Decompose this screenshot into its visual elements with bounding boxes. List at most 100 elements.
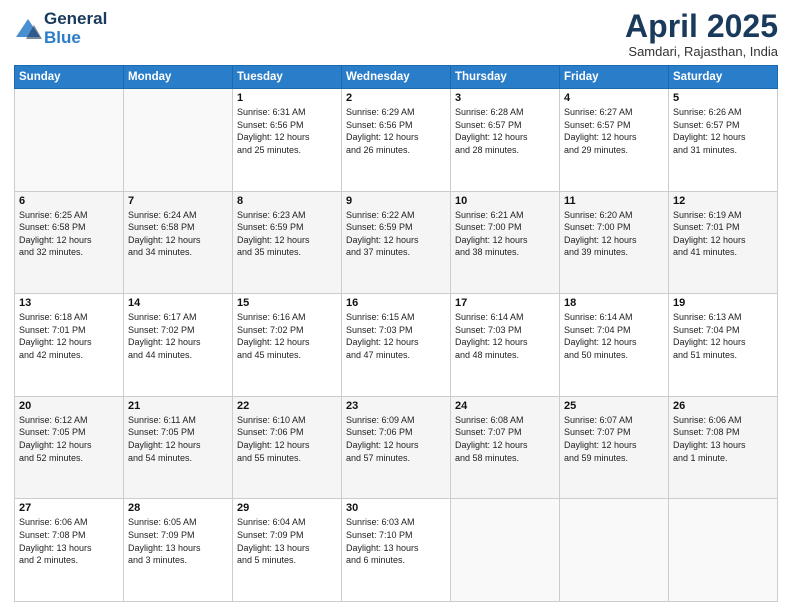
day-number: 16 <box>346 297 446 309</box>
day-number: 22 <box>237 400 337 412</box>
calendar-cell: 15Sunrise: 6:16 AMSunset: 7:02 PMDayligh… <box>233 294 342 397</box>
calendar-cell: 21 Sunrise: 6:11 AMSunset: 7:05 PMDayligh… <box>124 396 233 499</box>
calendar-cell: 26Sunrise: 6:06 AMSunset: 7:08 PMDayligh… <box>669 396 778 499</box>
day-detail: Sunrise: 6:14 AMSunset: 7:03 PMDaylight:… <box>455 311 555 361</box>
calendar-cell: 28 Sunrise: 6:05 AMSunset: 7:09 PMDayligh… <box>124 499 233 602</box>
calendar-cell: 16 Sunrise: 6:15 AMSunset: 7:03 PMDayligh… <box>342 294 451 397</box>
day-detail: Sunrise: 6:04 AMSunset: 7:09 PMDaylight:… <box>237 516 337 566</box>
day-detail: Sunrise: 6:10 AMSunset: 7:06 PMDaylight:… <box>237 414 337 464</box>
title-area: April 2025 Samdari, Rajasthan, India <box>625 10 778 59</box>
calendar-cell: 5Sunrise: 6:26 AMSunset: 6:57 PMDaylight… <box>669 89 778 192</box>
day-detail: Sunrise: 6:17 AMSunset: 7:02 PMDaylight:… <box>128 311 228 361</box>
calendar-cell: 8Sunrise: 6:23 AMSunset: 6:59 PMDaylight… <box>233 191 342 294</box>
calendar-cell: 11 Sunrise: 6:20 AMSunset: 7:00 PMDayligh… <box>560 191 669 294</box>
day-detail: Sunrise: 6:24 AMSunset: 6:58 PMDaylight:… <box>128 209 228 259</box>
col-header-saturday: Saturday <box>669 66 778 89</box>
logo: General Blue <box>14 10 107 47</box>
day-number: 17 <box>455 297 555 309</box>
calendar-cell <box>669 499 778 602</box>
calendar-cell: 12Sunrise: 6:19 AMSunset: 7:01 PMDayligh… <box>669 191 778 294</box>
day-number: 12 <box>673 195 773 207</box>
calendar-cell: 22 Sunrise: 6:10 AMSunset: 7:06 PMDayligh… <box>233 396 342 499</box>
calendar-week-2: 6 Sunrise: 6:25 AMSunset: 6:58 PMDaylight… <box>15 191 778 294</box>
day-detail: Sunrise: 6:16 AMSunset: 7:02 PMDaylight:… <box>237 311 337 361</box>
calendar-cell: 29 Sunrise: 6:04 AMSunset: 7:09 PMDayligh… <box>233 499 342 602</box>
day-number: 6 <box>19 195 119 207</box>
day-number: 20 <box>19 400 119 412</box>
day-detail: Sunrise: 6:31 AMSunset: 6:56 PMDaylight:… <box>237 106 337 156</box>
col-header-monday: Monday <box>124 66 233 89</box>
calendar-cell: 13Sunrise: 6:18 AMSunset: 7:01 PMDayligh… <box>15 294 124 397</box>
day-number: 14 <box>128 297 228 309</box>
header: General Blue April 2025 Samdari, Rajasth… <box>14 10 778 59</box>
day-number: 7 <box>128 195 228 207</box>
day-detail: Sunrise: 6:25 AMSunset: 6:58 PMDaylight:… <box>19 209 119 259</box>
month-title: April 2025 <box>625 10 778 42</box>
day-number: 28 <box>128 502 228 514</box>
col-header-friday: Friday <box>560 66 669 89</box>
day-number: 10 <box>455 195 555 207</box>
calendar-cell: 24 Sunrise: 6:08 AMSunset: 7:07 PMDayligh… <box>451 396 560 499</box>
day-detail: Sunrise: 6:20 AMSunset: 7:00 PMDaylight:… <box>564 209 664 259</box>
calendar-cell: 18Sunrise: 6:14 AMSunset: 7:04 PMDayligh… <box>560 294 669 397</box>
col-header-wednesday: Wednesday <box>342 66 451 89</box>
day-number: 8 <box>237 195 337 207</box>
calendar-cell: 27 Sunrise: 6:06 AMSunset: 7:08 PMDayligh… <box>15 499 124 602</box>
day-detail: Sunrise: 6:08 AMSunset: 7:07 PMDaylight:… <box>455 414 555 464</box>
page: General Blue April 2025 Samdari, Rajasth… <box>0 0 792 612</box>
calendar-cell <box>451 499 560 602</box>
calendar-cell: 30 Sunrise: 6:03 AMSunset: 7:10 PMDayligh… <box>342 499 451 602</box>
day-number: 5 <box>673 92 773 104</box>
day-number: 24 <box>455 400 555 412</box>
day-number: 4 <box>564 92 664 104</box>
day-detail: Sunrise: 6:15 AMSunset: 7:03 PMDaylight:… <box>346 311 446 361</box>
calendar-cell: 17 Sunrise: 6:14 AMSunset: 7:03 PMDayligh… <box>451 294 560 397</box>
col-header-tuesday: Tuesday <box>233 66 342 89</box>
calendar-week-5: 27 Sunrise: 6:06 AMSunset: 7:08 PMDayligh… <box>15 499 778 602</box>
logo-general: General <box>44 9 107 28</box>
day-detail: Sunrise: 6:13 AMSunset: 7:04 PMDaylight:… <box>673 311 773 361</box>
day-number: 18 <box>564 297 664 309</box>
day-number: 23 <box>346 400 446 412</box>
calendar-cell: 19 Sunrise: 6:13 AMSunset: 7:04 PMDayligh… <box>669 294 778 397</box>
day-number: 19 <box>673 297 773 309</box>
calendar-cell: 1Sunrise: 6:31 AMSunset: 6:56 PMDaylight… <box>233 89 342 192</box>
day-detail: Sunrise: 6:09 AMSunset: 7:06 PMDaylight:… <box>346 414 446 464</box>
calendar-cell: 14 Sunrise: 6:17 AMSunset: 7:02 PMDayligh… <box>124 294 233 397</box>
calendar-table: SundayMondayTuesdayWednesdayThursdayFrid… <box>14 65 778 602</box>
day-detail: Sunrise: 6:07 AMSunset: 7:07 PMDaylight:… <box>564 414 664 464</box>
day-number: 11 <box>564 195 664 207</box>
day-detail: Sunrise: 6:11 AMSunset: 7:05 PMDaylight:… <box>128 414 228 464</box>
day-number: 13 <box>19 297 119 309</box>
day-detail: Sunrise: 6:21 AMSunset: 7:00 PMDaylight:… <box>455 209 555 259</box>
calendar-cell <box>124 89 233 192</box>
calendar-cell: 7 Sunrise: 6:24 AMSunset: 6:58 PMDaylight… <box>124 191 233 294</box>
day-detail: Sunrise: 6:12 AMSunset: 7:05 PMDaylight:… <box>19 414 119 464</box>
calendar-cell: 2Sunrise: 6:29 AMSunset: 6:56 PMDaylight… <box>342 89 451 192</box>
day-detail: Sunrise: 6:27 AMSunset: 6:57 PMDaylight:… <box>564 106 664 156</box>
day-number: 30 <box>346 502 446 514</box>
day-detail: Sunrise: 6:05 AMSunset: 7:09 PMDaylight:… <box>128 516 228 566</box>
calendar-week-1: 1Sunrise: 6:31 AMSunset: 6:56 PMDaylight… <box>15 89 778 192</box>
day-number: 29 <box>237 502 337 514</box>
day-number: 27 <box>19 502 119 514</box>
calendar-cell: 23 Sunrise: 6:09 AMSunset: 7:06 PMDayligh… <box>342 396 451 499</box>
col-header-sunday: Sunday <box>15 66 124 89</box>
calendar-cell: 10 Sunrise: 6:21 AMSunset: 7:00 PMDayligh… <box>451 191 560 294</box>
location: Samdari, Rajasthan, India <box>625 44 778 59</box>
day-detail: Sunrise: 6:03 AMSunset: 7:10 PMDaylight:… <box>346 516 446 566</box>
calendar-cell <box>15 89 124 192</box>
calendar-header-row: SundayMondayTuesdayWednesdayThursdayFrid… <box>15 66 778 89</box>
calendar-cell: 20 Sunrise: 6:12 AMSunset: 7:05 PMDayligh… <box>15 396 124 499</box>
calendar-week-4: 20 Sunrise: 6:12 AMSunset: 7:05 PMDayligh… <box>15 396 778 499</box>
day-detail: Sunrise: 6:28 AMSunset: 6:57 PMDaylight:… <box>455 106 555 156</box>
calendar-cell: 4 Sunrise: 6:27 AMSunset: 6:57 PMDaylight… <box>560 89 669 192</box>
day-number: 2 <box>346 92 446 104</box>
day-detail: Sunrise: 6:06 AMSunset: 7:08 PMDaylight:… <box>19 516 119 566</box>
day-number: 21 <box>128 400 228 412</box>
day-number: 9 <box>346 195 446 207</box>
col-header-thursday: Thursday <box>451 66 560 89</box>
day-number: 25 <box>564 400 664 412</box>
calendar-cell: 3Sunrise: 6:28 AMSunset: 6:57 PMDaylight… <box>451 89 560 192</box>
day-detail: Sunrise: 6:06 AMSunset: 7:08 PMDaylight:… <box>673 414 773 464</box>
